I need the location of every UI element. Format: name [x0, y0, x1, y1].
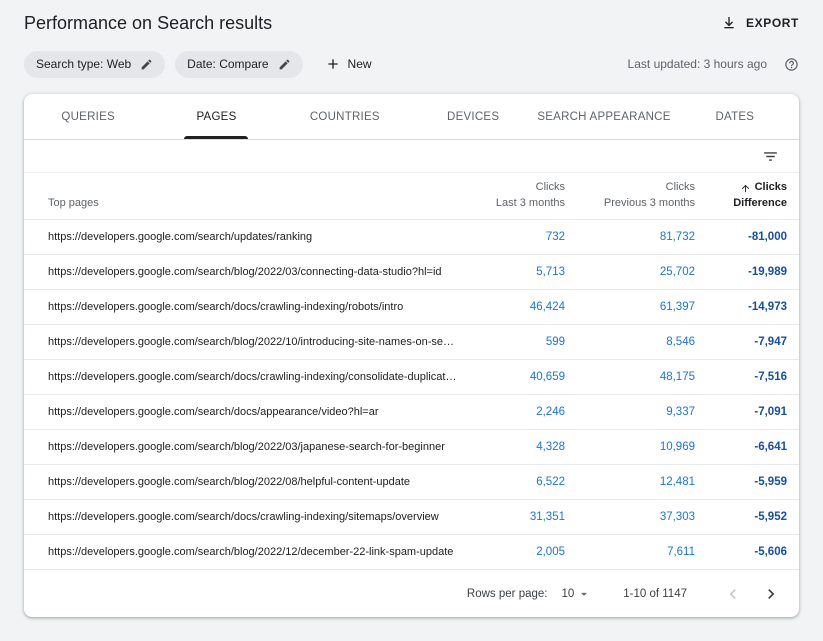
export-label: EXPORT — [746, 16, 799, 30]
filter-list-icon[interactable] — [762, 148, 779, 165]
top-bar: Performance on Search results EXPORT — [0, 0, 823, 46]
clicks-previous-3-months-cell: 61,397 — [565, 301, 695, 313]
page-title: Performance on Search results — [24, 13, 272, 34]
column-header-top-pages[interactable]: Top pages — [48, 197, 470, 219]
clicks-previous-3-months-cell: 81,732 — [565, 231, 695, 243]
clicks-last-3-months-cell: 2,246 — [470, 406, 565, 418]
help-icon[interactable] — [784, 57, 799, 72]
date-compare-chip[interactable]: Date: Compare — [175, 51, 302, 78]
plus-icon — [325, 56, 341, 72]
column-header-clicks-difference[interactable]: Clicks Difference — [695, 180, 787, 212]
clicks-last-3-months-cell: 5,713 — [470, 266, 565, 278]
table-row[interactable]: https://developers.google.com/search/doc… — [24, 395, 799, 430]
clicks-previous-3-months-cell: 48,175 — [565, 371, 695, 383]
clicks-previous-3-months-cell: 9,337 — [565, 406, 695, 418]
rows-per-page-value: 10 — [561, 588, 574, 600]
page-url-cell: https://developers.google.com/search/doc… — [48, 371, 470, 383]
clicks-difference-cell: -5,606 — [695, 546, 787, 558]
chevron-right-icon — [761, 584, 781, 604]
clicks-last-3-months-cell: 31,351 — [470, 511, 565, 523]
pagination-range: 1-10 of 1147 — [623, 588, 687, 600]
page-url-cell: https://developers.google.com/search/doc… — [48, 301, 470, 313]
search-type-chip-label: Search type: Web — [36, 57, 131, 71]
clicks-last-3-months-cell: 4,328 — [470, 441, 565, 453]
clicks-previous-3-months-cell: 25,702 — [565, 266, 695, 278]
filter-bar: Search type: Web Date: Compare New Last … — [0, 46, 823, 82]
last-updated-text: Last updated: 3 hours ago — [628, 57, 767, 71]
page-url-cell: https://developers.google.com/search/upd… — [48, 231, 470, 243]
edit-pencil-icon — [278, 58, 291, 71]
clicks-last-3-months-cell: 732 — [470, 231, 565, 243]
clicks-difference-cell: -81,000 — [695, 231, 787, 243]
table-row[interactable]: https://developers.google.com/search/doc… — [24, 360, 799, 395]
page-url-cell: https://developers.google.com/search/doc… — [48, 406, 470, 418]
clicks-previous-3-months-cell: 37,303 — [565, 511, 695, 523]
page-url-cell: https://developers.google.com/search/blo… — [48, 266, 470, 278]
table-footer: Rows per page: 10 1-10 of 1147 — [24, 570, 799, 617]
table-toolbar — [24, 140, 799, 173]
table-row[interactable]: https://developers.google.com/search/blo… — [24, 325, 799, 360]
table-row[interactable]: https://developers.google.com/search/blo… — [24, 255, 799, 290]
search-type-chip[interactable]: Search type: Web — [24, 51, 165, 78]
page-url-cell: https://developers.google.com/search/blo… — [48, 336, 470, 348]
clicks-difference-cell: -7,947 — [695, 336, 787, 348]
report-card: QUERIES PAGES COUNTRIES DEVICES SEARCH A… — [24, 94, 799, 617]
page-url-cell: https://developers.google.com/search/doc… — [48, 511, 470, 523]
rows-per-page-label: Rows per page: — [467, 588, 548, 600]
table-row[interactable]: https://developers.google.com/search/blo… — [24, 430, 799, 465]
clicks-difference-cell: -5,959 — [695, 476, 787, 488]
table-body: https://developers.google.com/search/upd… — [24, 220, 799, 570]
tab-devices[interactable]: DEVICES — [409, 94, 537, 139]
clicks-difference-cell: -14,973 — [695, 301, 787, 313]
page-url-cell: https://developers.google.com/search/blo… — [48, 441, 470, 453]
clicks-previous-3-months-cell: 10,969 — [565, 441, 695, 453]
caret-down-icon — [577, 587, 591, 601]
table-row[interactable]: https://developers.google.com/search/blo… — [24, 535, 799, 570]
clicks-last-3-months-cell: 6,522 — [470, 476, 565, 488]
page-url-cell: https://developers.google.com/search/blo… — [48, 476, 470, 488]
export-button[interactable]: EXPORT — [721, 15, 799, 31]
clicks-difference-cell: -19,989 — [695, 266, 787, 278]
performance-page: Performance on Search results EXPORT Sea… — [0, 0, 823, 617]
table-row[interactable]: https://developers.google.com/search/doc… — [24, 500, 799, 535]
clicks-difference-cell: -7,091 — [695, 406, 787, 418]
chevron-left-icon — [723, 584, 743, 604]
clicks-last-3-months-cell: 40,659 — [470, 371, 565, 383]
tab-pages[interactable]: PAGES — [152, 94, 280, 139]
date-chip-label: Date: Compare — [187, 57, 268, 71]
new-filter-label: New — [348, 57, 372, 71]
tab-dates[interactable]: DATES — [671, 94, 799, 139]
new-filter-button[interactable]: New — [325, 56, 372, 72]
clicks-last-3-months-cell: 2,005 — [470, 546, 565, 558]
table-row[interactable]: https://developers.google.com/search/blo… — [24, 465, 799, 500]
tab-search-appearance[interactable]: SEARCH APPEARANCE — [537, 94, 670, 139]
clicks-difference-cell: -6,641 — [695, 441, 787, 453]
table-row[interactable]: https://developers.google.com/search/upd… — [24, 220, 799, 255]
sort-ascending-arrow-icon — [740, 183, 751, 194]
clicks-previous-3-months-cell: 7,611 — [565, 546, 695, 558]
table-header-row: Top pages Clicks Last 3 months Clicks Pr… — [24, 173, 799, 220]
download-icon — [721, 15, 737, 31]
clicks-difference-cell: -7,516 — [695, 371, 787, 383]
clicks-last-3-months-cell: 599 — [470, 336, 565, 348]
clicks-previous-3-months-cell: 12,481 — [565, 476, 695, 488]
previous-page-button[interactable] — [721, 582, 745, 606]
rows-per-page-select[interactable]: 10 — [561, 587, 591, 601]
edit-pencil-icon — [140, 58, 153, 71]
clicks-difference-cell: -5,952 — [695, 511, 787, 523]
tab-countries[interactable]: COUNTRIES — [281, 94, 409, 139]
table-row[interactable]: https://developers.google.com/search/doc… — [24, 290, 799, 325]
column-header-clicks-previous-3-months[interactable]: Clicks Previous 3 months — [565, 180, 695, 212]
tab-queries[interactable]: QUERIES — [24, 94, 152, 139]
next-page-button[interactable] — [759, 582, 783, 606]
clicks-previous-3-months-cell: 8,546 — [565, 336, 695, 348]
column-header-clicks-last-3-months[interactable]: Clicks Last 3 months — [470, 180, 565, 212]
clicks-last-3-months-cell: 46,424 — [470, 301, 565, 313]
page-url-cell: https://developers.google.com/search/blo… — [48, 546, 470, 558]
tab-bar: QUERIES PAGES COUNTRIES DEVICES SEARCH A… — [24, 94, 799, 140]
